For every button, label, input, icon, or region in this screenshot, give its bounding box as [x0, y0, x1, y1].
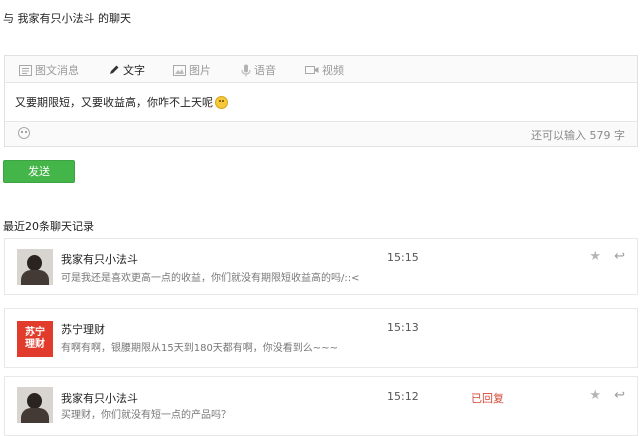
tab-article-label: 图文消息: [35, 64, 79, 77]
tab-article[interactable]: 图文消息: [19, 62, 79, 78]
message-text: 又要期限短，又要收益高，你咋不上天呢: [15, 96, 213, 109]
sender-name[interactable]: 我家有只小法斗: [61, 390, 138, 406]
emoji-picker-icon[interactable]: [18, 127, 30, 139]
tab-voice-label: 语音: [254, 64, 276, 77]
chat-record: 苏宁 理财 苏宁理财 有啊有啊，银腰期限从15天到180天都有啊，你没看到么~~…: [4, 308, 638, 368]
avatar-logo-text-1: 苏宁: [25, 327, 45, 338]
avatar[interactable]: [17, 249, 53, 285]
chat-record: 我家有只小法斗 买理财，你们就没有短一点的产品吗？ 15:12 已回复 ★ ↩: [4, 376, 638, 436]
avatar[interactable]: [17, 387, 53, 423]
reply-icon[interactable]: ↩: [614, 388, 625, 403]
video-icon: [305, 65, 319, 75]
tab-video[interactable]: 视频: [305, 62, 344, 78]
editor-footer: 还可以输入 579 字: [5, 121, 637, 146]
chat-record: 我家有只小法斗 可是我还是喜欢更高一点的收益，你们就没有期限短收益高的吗/::<…: [4, 238, 638, 295]
avatar[interactable]: 苏宁 理财: [17, 321, 53, 357]
message-content: 有啊有啊，银腰期限从15天到180天都有啊，你没看到么~~~: [61, 343, 338, 354]
reply-icon[interactable]: ↩: [614, 249, 625, 264]
star-icon[interactable]: ★: [589, 388, 601, 403]
pen-icon: [108, 64, 120, 76]
tab-image-label: 图片: [189, 64, 211, 77]
avatar-logo-text-2: 理财: [25, 339, 45, 350]
sender-name[interactable]: 苏宁理财: [61, 321, 105, 337]
message-time: 15:15: [387, 251, 419, 264]
replied-status: 已回复: [471, 392, 504, 405]
history-title: 最近20条聊天记录: [3, 220, 94, 233]
star-icon[interactable]: ★: [589, 249, 601, 264]
message-content: 买理财，你们就没有短一点的产品吗？: [61, 410, 231, 421]
message-type-tabs: 图文消息 文字 图片 语音 视频: [5, 56, 637, 83]
chat-title: 与 我家有只小法斗 的聊天: [3, 12, 131, 25]
smile-emoji-icon: [215, 95, 228, 109]
tab-text[interactable]: 文字: [108, 62, 145, 78]
article-icon: [19, 64, 32, 76]
mic-icon: [241, 64, 251, 77]
tab-video-label: 视频: [322, 64, 344, 77]
message-time: 15:12: [387, 390, 419, 403]
image-icon: [173, 64, 186, 76]
message-input[interactable]: 又要期限短，又要收益高，你咋不上天呢: [15, 94, 228, 110]
message-editor: 图文消息 文字 图片 语音 视频 又要期限短，又要收益高，你咋不上天呢 还可以输…: [4, 55, 638, 147]
tab-text-label: 文字: [123, 64, 145, 77]
tab-voice[interactable]: 语音: [241, 62, 276, 78]
sender-name[interactable]: 我家有只小法斗: [61, 251, 138, 267]
message-time: 15:13: [387, 321, 419, 334]
remaining-characters: 还可以输入 579 字: [531, 129, 625, 142]
message-content: 可是我还是喜欢更高一点的收益，你们就没有期限短收益高的吗/::<: [61, 273, 360, 284]
tab-image[interactable]: 图片: [173, 62, 211, 78]
send-button[interactable]: 发送: [3, 160, 75, 183]
